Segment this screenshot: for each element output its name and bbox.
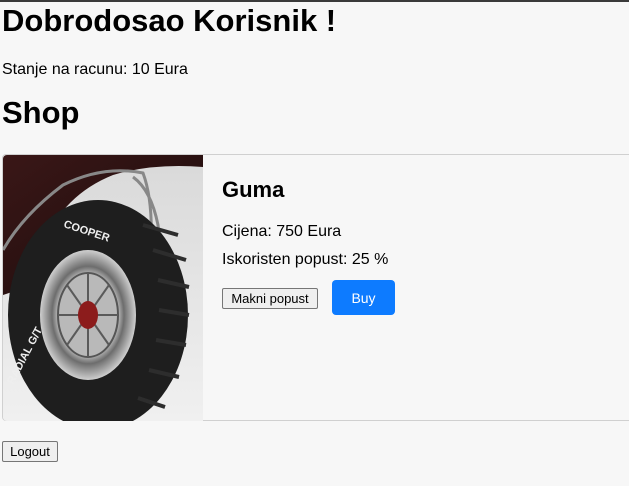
product-price: Cijena: 750 Eura [222,223,342,240]
welcome-heading: Dobrodosao Korisnik ! [2,3,337,38]
remove-discount-button[interactable]: Makni popust [222,288,318,309]
logout-button[interactable]: Logout [2,441,58,462]
product-card: COOPER RADIAL G/T Guma Cijena: 750 Eura … [2,154,629,421]
product-discount: Iskoristen popust: 25 % [222,251,389,268]
account-balance: Stanje na racunu: 10 Eura [2,61,188,78]
buy-button[interactable]: Buy [332,280,395,315]
shop-heading: Shop [2,95,80,130]
product-image: COOPER RADIAL G/T [3,155,203,421]
product-name: Guma [222,177,285,202]
